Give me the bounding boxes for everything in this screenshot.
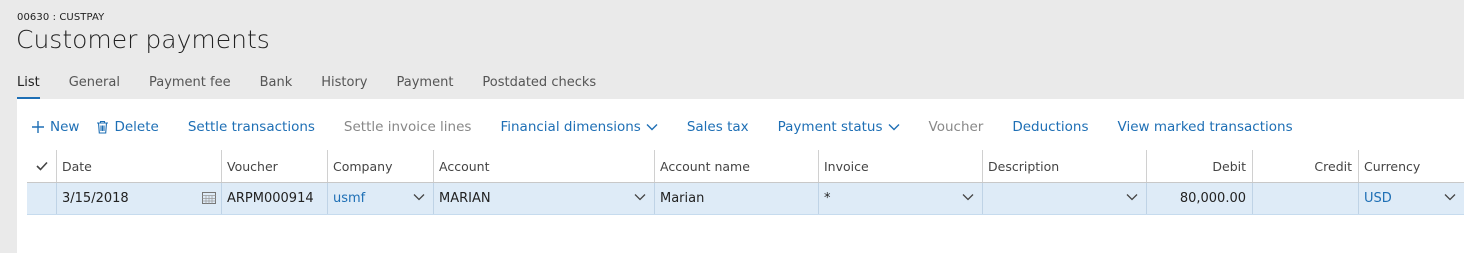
chevron-down-icon [646, 123, 658, 131]
settle-transactions-button[interactable]: Settle transactions [188, 119, 315, 135]
new-button-label: New [50, 119, 80, 135]
sales-tax-button[interactable]: Sales tax [687, 119, 749, 135]
column-header-voucher[interactable]: Voucher [221, 150, 327, 182]
plus-icon [31, 120, 45, 134]
voucher-field[interactable]: ARPM000914 [221, 183, 327, 214]
select-all-checkbox[interactable] [27, 150, 56, 182]
payments-grid: Date Voucher Company Account Account nam… [27, 150, 1464, 215]
page-title: Customer payments [16, 25, 270, 54]
currency-field[interactable]: USD [1358, 183, 1464, 214]
currency-value[interactable]: USD [1364, 191, 1392, 206]
tab-payment-fee[interactable]: Payment fee [149, 75, 231, 99]
financial-dimensions-menu[interactable]: Financial dimensions [500, 119, 658, 135]
invoice-value: * [824, 191, 831, 206]
tab-general[interactable]: General [69, 75, 120, 99]
trash-icon [96, 120, 109, 134]
column-header-account-name[interactable]: Account name [654, 150, 818, 182]
column-header-currency[interactable]: Currency [1358, 150, 1464, 182]
payment-status-menu[interactable]: Payment status [778, 119, 900, 135]
chevron-down-icon[interactable] [634, 193, 646, 201]
list-content-pane: New Delete Settle transactions Settle in… [17, 99, 1464, 253]
payment-status-label: Payment status [777, 119, 883, 135]
chevron-down-icon[interactable] [1444, 193, 1456, 201]
company-value[interactable]: usmf [333, 191, 365, 206]
grid-header-row: Date Voucher Company Account Account nam… [27, 150, 1464, 183]
tab-postdated-checks[interactable]: Postdated checks [482, 75, 596, 99]
financial-dimensions-label: Financial dimensions [500, 119, 641, 135]
chevron-down-icon[interactable] [962, 193, 974, 201]
delete-button-label: Delete [114, 119, 159, 135]
voucher-button[interactable]: Voucher [929, 119, 984, 135]
column-header-debit[interactable]: Debit [1146, 150, 1252, 182]
column-header-invoice[interactable]: Invoice [818, 150, 982, 182]
column-header-company[interactable]: Company [327, 150, 433, 182]
account-value: MARIAN [439, 191, 491, 206]
tab-list[interactable]: List [17, 75, 40, 99]
date-value: 3/15/2018 [62, 191, 129, 206]
deductions-button[interactable]: Deductions [1012, 119, 1088, 135]
view-marked-transactions-button[interactable]: View marked transactions [1118, 119, 1293, 135]
form-caption: 00630 : CUSTPAY [17, 12, 105, 23]
column-header-account[interactable]: Account [433, 150, 654, 182]
checkmark-icon [35, 159, 48, 174]
chevron-down-icon [888, 123, 900, 131]
calendar-icon[interactable] [202, 191, 216, 204]
tab-payment[interactable]: Payment [397, 75, 454, 99]
account-name-field[interactable]: Marian [654, 183, 818, 214]
column-header-description[interactable]: Description [982, 150, 1146, 182]
tab-history[interactable]: History [321, 75, 367, 99]
credit-field[interactable] [1252, 183, 1358, 214]
description-field[interactable] [982, 183, 1146, 214]
table-row[interactable]: 3/15/2018 ARPM000914 usmf MARIAN Marian [27, 183, 1464, 215]
debit-field[interactable]: 80,000.00 [1146, 183, 1252, 214]
account-field[interactable]: MARIAN [433, 183, 654, 214]
invoice-field[interactable]: * [818, 183, 982, 214]
delete-button[interactable]: Delete [96, 119, 159, 135]
tab-strip: List General Payment fee Bank History Pa… [17, 75, 625, 99]
settle-invoice-lines-button[interactable]: Settle invoice lines [344, 119, 472, 135]
action-bar: New Delete Settle transactions Settle in… [31, 117, 1322, 137]
date-field[interactable]: 3/15/2018 [56, 183, 221, 214]
column-header-date[interactable]: Date [56, 150, 221, 182]
company-field[interactable]: usmf [327, 183, 433, 214]
tab-bank[interactable]: Bank [260, 75, 293, 99]
chevron-down-icon[interactable] [413, 193, 425, 201]
chevron-down-icon[interactable] [1126, 193, 1138, 201]
new-button[interactable]: New [31, 119, 79, 135]
row-selector[interactable] [27, 183, 56, 214]
column-header-credit[interactable]: Credit [1252, 150, 1358, 182]
